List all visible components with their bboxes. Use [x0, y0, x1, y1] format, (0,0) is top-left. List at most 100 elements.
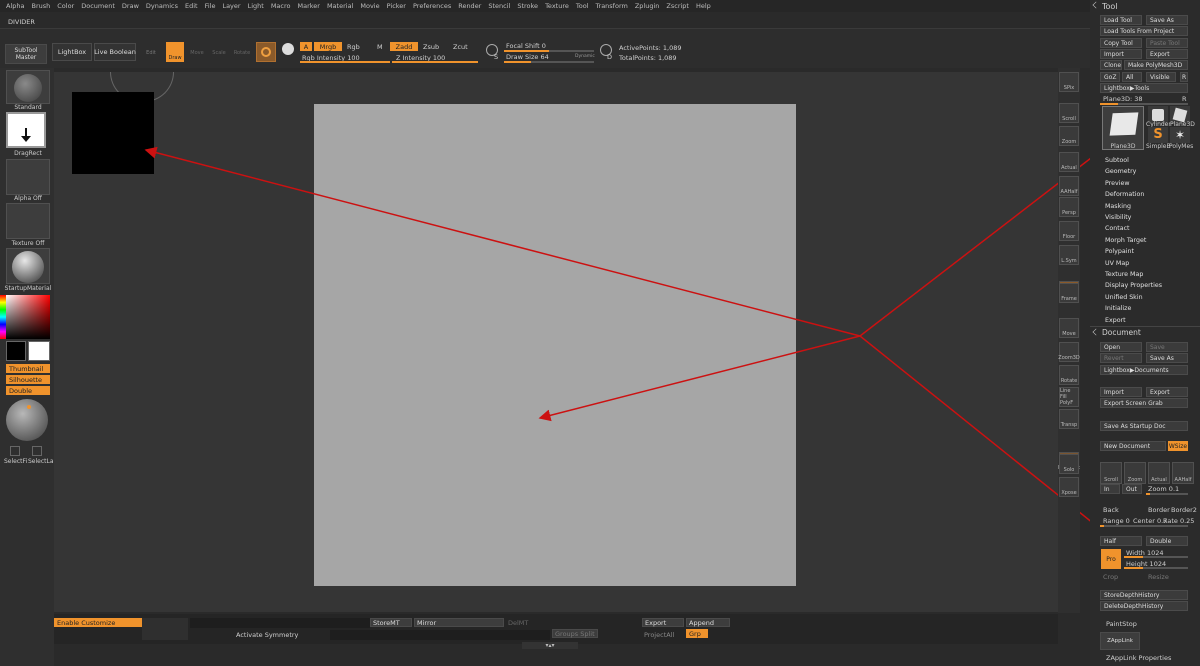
doc-scroll-icon[interactable]: Scroll — [1100, 462, 1122, 484]
projectall-button[interactable]: ProjectAll — [644, 631, 674, 639]
export-screen-grab-button[interactable]: Export Screen Grab — [1100, 398, 1188, 408]
goz-button[interactable]: GoZ — [1100, 72, 1120, 82]
load-from-project-button[interactable]: Load Tools From Project — [1100, 26, 1188, 36]
range-track[interactable] — [1100, 525, 1188, 527]
zoom-track[interactable] — [1146, 493, 1188, 495]
tool-section-visibility[interactable]: Visibility — [1105, 214, 1131, 221]
resize-button[interactable]: Resize — [1148, 573, 1169, 581]
zoom-in-button[interactable]: In — [1100, 484, 1120, 494]
lightbox-tools-button[interactable]: Lightbox▶Tools — [1100, 83, 1188, 93]
half-button[interactable]: Half — [1100, 536, 1142, 546]
tool-export-button[interactable]: Export — [1146, 49, 1188, 59]
save-startup-doc-button[interactable]: Save As Startup Doc — [1100, 421, 1188, 431]
zoom-slider[interactable]: Zoom 0.1 — [1148, 485, 1179, 493]
right-shelf-floor-icon[interactable]: Floor — [1059, 221, 1079, 241]
visible-button[interactable]: Visible — [1146, 72, 1176, 82]
plane3d-count-track[interactable] — [1100, 103, 1188, 105]
right-shelf-zoom3d-icon[interactable]: Zoom3D — [1058, 342, 1080, 362]
right-shelf-rotate-icon[interactable]: Rotate — [1059, 365, 1079, 385]
tool-title[interactable]: Tool — [1102, 2, 1118, 11]
zoom-out-button[interactable]: Out — [1122, 484, 1142, 494]
tool-section-preview[interactable]: Preview — [1105, 180, 1130, 187]
tool-section-subtool[interactable]: Subtool — [1105, 157, 1129, 164]
tool-section-initialize[interactable]: Initialize — [1105, 305, 1131, 312]
open-button[interactable]: Open — [1100, 342, 1142, 352]
doc-export-button[interactable]: Export — [1146, 387, 1188, 397]
tool-section-geometry[interactable]: Geometry — [1105, 168, 1136, 175]
right-shelf-transp-icon[interactable]: Transp — [1059, 409, 1079, 429]
tool-section-export[interactable]: Export — [1105, 317, 1126, 324]
doc-import-button[interactable]: Import — [1100, 387, 1142, 397]
lightbox-documents-button[interactable]: Lightbox▶Documents — [1100, 365, 1188, 375]
doc-double-button[interactable]: Double — [1146, 536, 1188, 546]
width-track[interactable] — [1124, 556, 1188, 558]
polymesh-star-icon[interactable]: ✶ — [1170, 127, 1190, 143]
right-shelf-frame-icon[interactable]: Frame — [1059, 283, 1079, 303]
border2-button[interactable]: Border2 — [1171, 506, 1197, 514]
tool-section-uv-map[interactable]: UV Map — [1105, 260, 1129, 267]
zapplink-properties-title[interactable]: ZAppLink Properties — [1106, 654, 1171, 662]
paste-tool-button[interactable]: Paste Tool — [1146, 38, 1188, 48]
doc-actual-icon[interactable]: Actual — [1148, 462, 1170, 484]
tool-section-display-properties[interactable]: Display Properties — [1105, 282, 1162, 289]
right-shelf-zoom-icon[interactable]: Zoom — [1059, 126, 1079, 146]
save-button[interactable]: Save — [1146, 342, 1188, 352]
tool-section-deformation[interactable]: Deformation — [1105, 191, 1144, 198]
right-shelf-persp-icon[interactable]: Persp — [1059, 197, 1079, 217]
doc-zoom-icon[interactable]: Zoom — [1124, 462, 1146, 484]
doc-aahalf-icon[interactable]: AAHalf — [1172, 462, 1194, 484]
pro-button[interactable]: Pro — [1101, 549, 1121, 569]
store-depth-history-button[interactable]: StoreDepthHistory — [1100, 590, 1188, 600]
revert-button[interactable]: Revert — [1100, 353, 1142, 363]
wsize-button[interactable]: WSize — [1168, 441, 1188, 451]
back-color-button[interactable]: Back — [1103, 506, 1119, 514]
grp-button[interactable]: Grp — [686, 629, 708, 638]
right-shelf-solo-icon[interactable]: Solo — [1059, 454, 1079, 474]
tool-section-texture-map[interactable]: Texture Map — [1105, 271, 1143, 278]
right-shelf-scroll-icon[interactable]: Scroll — [1059, 103, 1079, 123]
export-bottom-button[interactable]: Export — [642, 618, 684, 627]
append-button[interactable]: Append — [686, 618, 730, 627]
make-polymesh-button[interactable]: Make PolyMesh3D — [1124, 60, 1188, 70]
border-button[interactable]: Border — [1148, 506, 1170, 514]
range-slider[interactable]: Range 0 — [1103, 517, 1130, 525]
bottom-collapse-arrows-icon[interactable]: ▾▴▾ — [522, 642, 578, 649]
new-document-button[interactable]: New Document — [1100, 441, 1166, 451]
r-button[interactable]: R — [1180, 72, 1188, 82]
copy-tool-button[interactable]: Copy Tool — [1100, 38, 1142, 48]
plane3d-r-button[interactable]: R — [1182, 95, 1187, 103]
right-shelf-actual-icon[interactable]: Actual — [1059, 152, 1079, 172]
delmt-button[interactable]: DelMT — [508, 619, 528, 627]
paintstop-title[interactable]: PaintStop — [1106, 620, 1137, 628]
all-button[interactable]: All — [1122, 72, 1142, 82]
plane3d-count-slider[interactable]: Plane3D: 38 — [1103, 95, 1143, 103]
delete-depth-history-button[interactable]: DeleteDepthHistory — [1100, 601, 1188, 611]
storemt-button[interactable]: StoreMT — [370, 618, 412, 627]
tool-section-masking[interactable]: Masking — [1105, 203, 1131, 210]
crop-button[interactable]: Crop — [1103, 573, 1118, 581]
tool-import-button[interactable]: Import — [1100, 49, 1142, 59]
height-track[interactable] — [1124, 567, 1188, 569]
doc-save-as-button[interactable]: Save As — [1146, 353, 1188, 363]
load-tool-button[interactable]: Load Tool — [1100, 15, 1142, 25]
tool-section-unified-skin[interactable]: Unified Skin — [1105, 294, 1143, 301]
document-title[interactable]: Document — [1102, 328, 1141, 337]
groups-split-button[interactable]: Groups Split — [552, 629, 598, 638]
tool-section-contact[interactable]: Contact — [1105, 225, 1130, 232]
right-shelf-move-icon[interactable]: Move — [1059, 318, 1079, 338]
clone-button[interactable]: Clone — [1100, 60, 1122, 70]
tool-section-polypaint[interactable]: Polypaint — [1105, 248, 1134, 255]
rate-slider[interactable]: Rate 0.25 — [1163, 517, 1194, 525]
right-shelf-aahalf-icon[interactable]: AAHalf — [1059, 176, 1079, 196]
enable-customize-button[interactable]: Enable Customize — [54, 618, 142, 627]
zapplink-button[interactable]: ZAppLink — [1100, 632, 1140, 650]
right-shelf-spix-icon[interactable]: SPix — [1059, 72, 1079, 92]
tool-section-morph-target[interactable]: Morph Target — [1105, 237, 1146, 244]
right-shelf-l-sym-icon[interactable]: L.Sym — [1059, 245, 1079, 265]
activate-symmetry-button[interactable]: Activate Symmetry — [236, 631, 298, 639]
tool-save-as-button[interactable]: Save As — [1146, 15, 1188, 25]
simplebrush-icon[interactable]: S — [1148, 127, 1168, 143]
mirror-button[interactable]: Mirror — [414, 618, 504, 627]
right-shelf-line-fill-polyf-icon[interactable]: Line Fill PolyF — [1059, 387, 1079, 407]
right-shelf-xpose-icon[interactable]: Xpose — [1059, 477, 1079, 497]
